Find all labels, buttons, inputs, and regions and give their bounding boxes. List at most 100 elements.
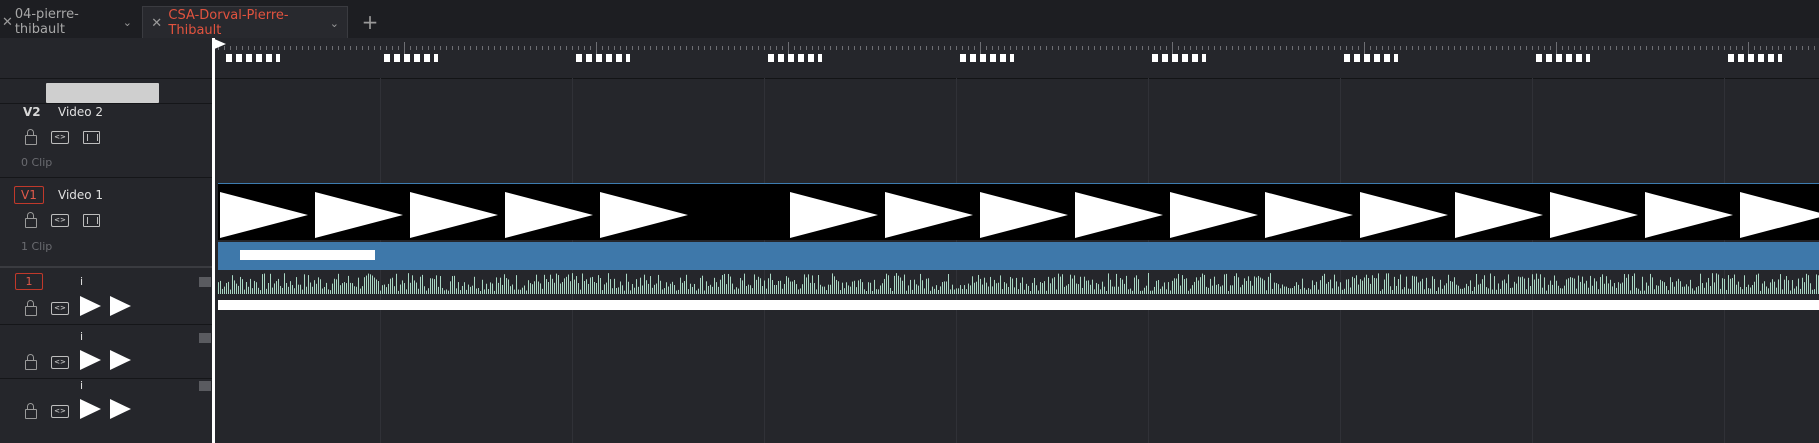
waveform-sample [1484, 275, 1485, 294]
playhead[interactable] [212, 38, 215, 443]
waveform-sample [1478, 284, 1479, 294]
ruler-tick [1358, 46, 1359, 50]
track-badge[interactable]: V1 [14, 186, 44, 204]
waveform-sample [1172, 280, 1173, 294]
waveform-sample [542, 288, 543, 294]
add-tab-button[interactable]: + [358, 8, 382, 36]
lock-icon[interactable] [25, 300, 37, 316]
lock-icon[interactable] [25, 129, 37, 145]
play-triangle-icon[interactable] [80, 350, 101, 370]
waveform-sample [396, 273, 397, 294]
waveform-sample [850, 286, 851, 294]
waveform-sample [1222, 285, 1223, 294]
ruler-tick [1448, 46, 1449, 50]
play-triangle-icon[interactable] [110, 350, 131, 370]
waveform-sample [1470, 280, 1471, 294]
waveform-sample [1262, 278, 1263, 294]
waveform-sample [374, 277, 375, 294]
waveform-sample [1236, 273, 1237, 294]
lock-icon[interactable] [25, 403, 37, 419]
tab-label: 04-pierre-thibault [14, 7, 79, 37]
video-clip-thumbnails[interactable] [218, 183, 1819, 240]
auto-select-icon[interactable]: <> [51, 131, 69, 144]
auto-select-icon[interactable]: <> [51, 302, 69, 315]
waveform-sample [1692, 288, 1693, 294]
close-icon[interactable]: ✕ [0, 15, 15, 30]
ruler-tick [1268, 46, 1269, 50]
monitor-icon[interactable] [83, 214, 100, 227]
track-name[interactable]: Video 1 [58, 188, 103, 202]
waveform-sample [360, 288, 361, 294]
tab-csa-dorval-pierre-thibault[interactable]: ✕ CSA-Dorval-Pierre-Thibault ⌄ [142, 6, 348, 39]
waveform-sample [820, 284, 821, 294]
waveform-sample [1538, 278, 1539, 294]
waveform-sample [802, 284, 803, 294]
ruler-tick [1160, 46, 1161, 50]
timeline-area[interactable] [212, 38, 1819, 443]
waveform-sample [1678, 278, 1679, 294]
waveform-sample [446, 289, 447, 294]
video-thumbnail [505, 192, 593, 238]
auto-select-icon[interactable]: <> [51, 214, 69, 227]
play-triangle-icon[interactable] [80, 296, 101, 316]
waveform-sample [684, 281, 685, 294]
waveform-sample [892, 290, 893, 294]
audio-waveform[interactable] [218, 272, 1819, 324]
waveform-sample [238, 285, 239, 294]
waveform-sample [308, 275, 309, 294]
ruler-tick [1682, 46, 1683, 50]
close-icon[interactable]: ✕ [149, 16, 164, 31]
track-badge[interactable]: V2 [23, 105, 41, 119]
audio-track-label: i [80, 275, 84, 288]
waveform-sample [1362, 280, 1363, 294]
waveform-sample [1130, 288, 1131, 294]
play-triangle-icon[interactable] [110, 296, 131, 316]
waveform-sample [1580, 281, 1581, 294]
waveform-sample [670, 283, 671, 294]
ruler-tick [1286, 46, 1287, 50]
waveform-sample [1190, 288, 1191, 294]
waveform-sample [1078, 284, 1079, 294]
play-triangle-icon[interactable] [80, 399, 101, 419]
ruler-tick [668, 46, 669, 50]
waveform-sample [698, 288, 699, 294]
waveform-sample [678, 289, 679, 294]
waveform-sample [1572, 277, 1573, 294]
track-name[interactable]: Video 2 [58, 105, 103, 119]
timeline-ruler[interactable] [212, 38, 1819, 79]
waveform-sample [240, 276, 241, 294]
waveform-sample [644, 274, 645, 294]
waveform-sample [1656, 285, 1657, 294]
audio-track-number[interactable]: 1 [15, 273, 43, 290]
chevron-down-icon[interactable]: ⌄ [123, 16, 132, 29]
waveform-sample [1158, 280, 1159, 294]
video-clip[interactable] [218, 242, 1819, 270]
auto-select-icon[interactable]: <> [51, 405, 69, 418]
waveform-sample [398, 290, 399, 294]
waveform-sample [1562, 288, 1563, 294]
ruler-tick [1586, 46, 1587, 50]
waveform-sample [996, 283, 997, 294]
auto-select-icon[interactable]: <> [51, 356, 69, 369]
monitor-icon[interactable] [83, 131, 100, 144]
waveform-sample [756, 279, 757, 294]
ruler-tick [1394, 46, 1395, 50]
ruler-tick [1184, 46, 1185, 50]
ruler-tick [1736, 46, 1737, 50]
lock-icon[interactable] [25, 354, 37, 370]
chevron-down-icon[interactable]: ⌄ [330, 17, 339, 30]
waveform-sample [1368, 278, 1369, 294]
playhead-handle[interactable] [212, 38, 226, 50]
tab-04-pierre-thibault[interactable]: ✕ 04-pierre-thibault ⌄ [0, 6, 140, 38]
ruler-tick [908, 46, 909, 50]
ruler-tick [890, 46, 891, 50]
play-triangle-icon[interactable] [110, 399, 131, 419]
video-thumbnail [1455, 192, 1543, 238]
waveform-sample [1464, 287, 1465, 294]
ruler-tick [1706, 46, 1707, 50]
waveform-sample [818, 275, 819, 294]
ruler-tick [1610, 46, 1611, 50]
waveform-sample [490, 282, 491, 294]
lock-icon[interactable] [25, 212, 37, 228]
ruler-tick [1454, 46, 1455, 50]
